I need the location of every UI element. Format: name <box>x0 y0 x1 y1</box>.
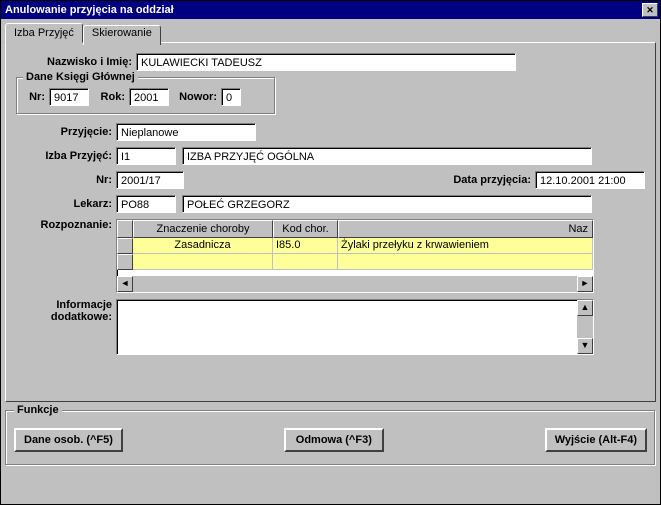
scroll-up-icon[interactable]: ▲ <box>577 300 593 316</box>
izba-code-field[interactable]: I1 <box>116 147 176 165</box>
ledger-legend: Dane Księgi Głównej <box>23 71 138 83</box>
cell-znaczenie[interactable]: Zasadnicza <box>133 238 273 254</box>
label-rok: Rok: <box>89 91 129 103</box>
odmowa-button[interactable]: Odmowa (^F3) <box>284 428 384 452</box>
lekarz-code-field[interactable]: PO88 <box>116 195 176 213</box>
table-row[interactable]: Zasadnicza I85.0 Żylaki przełyku z krwaw… <box>117 238 593 254</box>
cell-kod[interactable]: I85.0 <box>273 238 338 254</box>
cell-naz[interactable]: Żylaki przełyku z krwawieniem <box>338 238 593 254</box>
col-znaczenie[interactable]: Znaczenie choroby <box>133 220 273 238</box>
col-kod[interactable]: Kod chor. <box>273 220 338 238</box>
titlebar: Anulowanie przyjęcia na oddział ✕ <box>1 1 660 19</box>
diagnosis-grid[interactable]: Znaczenie choroby Kod chor. Naz Zasadnic… <box>116 219 594 293</box>
label-izba: Izba Przyjęć: <box>16 150 116 162</box>
wyjscie-button[interactable]: Wyjście (Alt-F4) <box>545 428 647 452</box>
memo-vscrollbar[interactable]: ▲ ▼ <box>577 300 593 354</box>
label-name: Nazwisko i Imię: <box>16 56 136 68</box>
functions-legend: Funkcje <box>14 404 62 416</box>
table-row[interactable] <box>117 254 593 270</box>
col-naz[interactable]: Naz <box>338 220 593 238</box>
label-rozpoznanie: Rozpoznanie: <box>16 219 116 231</box>
label-nowor: Nowor: <box>169 91 221 103</box>
label-nr2: Nr: <box>16 174 116 186</box>
przyjecie-field[interactable]: Nieplanowe <box>116 123 256 141</box>
tab-bar: Izba Przyjęć Skierowanie <box>5 23 656 43</box>
data-field[interactable]: 12.10.2001 21:00 <box>535 171 645 189</box>
izba-name-field: IZBA PRZYJĘĆ OGÓLNA <box>182 147 592 165</box>
info-textarea[interactable]: ▲ ▼ <box>116 299 594 355</box>
scroll-right-icon[interactable]: ► <box>577 276 593 292</box>
client-area: Izba Przyjęć Skierowanie Nazwisko i Imię… <box>1 19 660 504</box>
grid-hscrollbar[interactable]: ◄ ► <box>117 276 593 292</box>
window: Anulowanie przyjęcia na oddział ✕ Izba P… <box>0 0 661 505</box>
scroll-down-icon[interactable]: ▼ <box>577 338 593 354</box>
tab-izba-przyjec[interactable]: Izba Przyjęć <box>5 23 83 43</box>
grid-header: Znaczenie choroby Kod chor. Naz <box>117 220 593 238</box>
label-data: Data przyjęcia: <box>453 174 535 186</box>
scroll-left-icon[interactable]: ◄ <box>117 276 133 292</box>
nr-field[interactable]: 9017 <box>49 88 89 106</box>
dane-osob-button[interactable]: Dane osob. (^F5) <box>14 428 123 452</box>
rok-field[interactable]: 2001 <box>129 88 169 106</box>
nowor-field[interactable]: 0 <box>221 88 241 106</box>
grid-corner <box>117 220 133 238</box>
lekarz-name-field: POŁEĆ GRZEGORZ <box>182 195 592 213</box>
window-title: Anulowanie przyjęcia na oddział <box>5 4 174 16</box>
tab-skierowanie[interactable]: Skierowanie <box>83 25 161 45</box>
label-nr: Nr: <box>25 91 49 103</box>
tab-page: Nazwisko i Imię: KULAWIECKI TADEUSZ Dane… <box>5 42 656 402</box>
ledger-group: Dane Księgi Głównej Nr: 9017 Rok: 2001 N… <box>16 77 276 115</box>
functions-group: Funkcje Dane osob. (^F5) Odmowa (^F3) Wy… <box>5 410 656 466</box>
label-przyjecie: Przyjęcie: <box>16 126 116 138</box>
nr2-field[interactable]: 2001/17 <box>116 171 184 189</box>
row-marker <box>117 238 133 254</box>
label-info: Informacje dodatkowe: <box>16 299 116 323</box>
label-lekarz: Lekarz: <box>16 198 116 210</box>
row-marker <box>117 254 133 270</box>
name-field[interactable]: KULAWIECKI TADEUSZ <box>136 53 516 71</box>
close-icon[interactable]: ✕ <box>642 3 658 17</box>
